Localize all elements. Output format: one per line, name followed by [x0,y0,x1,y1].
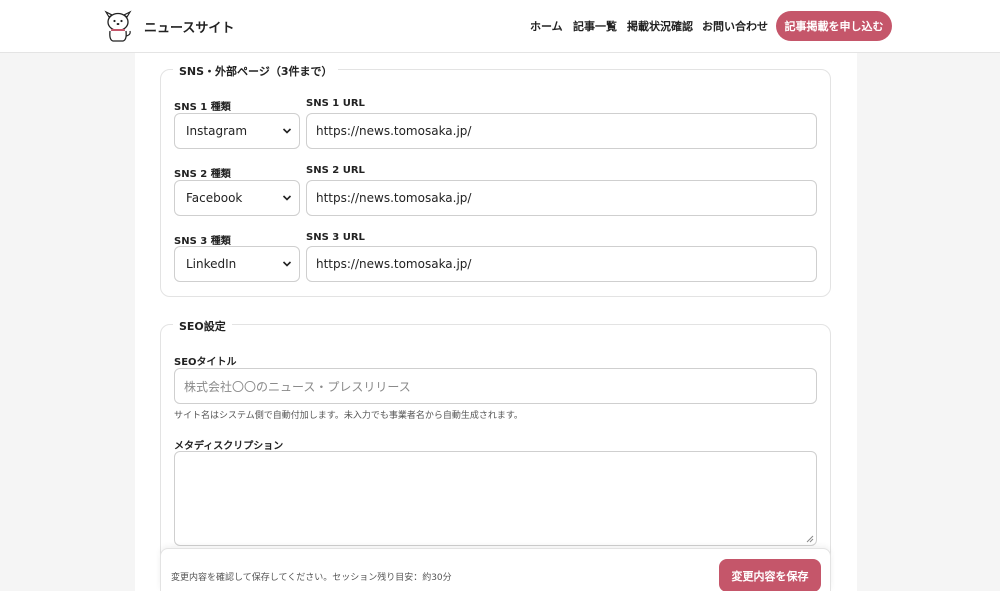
chevron-down-icon [282,261,292,267]
sns-legend: SNS・外部ページ（3件まで） [173,63,339,79]
save-changes-button[interactable]: 変更内容を保存 [719,559,821,591]
sns3-type-value: LinkedIn [186,257,237,271]
nav-home[interactable]: ホーム [530,18,563,34]
sns1-url-input[interactable]: https://news.tomosaka.jp/ [306,113,817,149]
sns3-url-label: SNS 3 URL [306,232,365,243]
apply-article-button[interactable]: 記事掲載を申し込む [776,11,892,41]
resize-handle-icon[interactable] [806,535,814,543]
sns3-type-select[interactable]: LinkedIn [174,246,300,282]
nav-contact[interactable]: お問い合わせ [702,18,768,34]
session-note: 変更内容を確認して保存してください。セッション残り目安：約30分 [171,573,452,583]
meta-description-textarea[interactable] [174,451,817,546]
dog-logo-icon[interactable] [101,9,135,43]
sns2-url-label: SNS 2 URL [306,165,365,176]
nav-status[interactable]: 掲載状況確認 [627,18,693,34]
chevron-down-icon [282,128,292,134]
site-header: ニュースサイト ホーム 記事一覧 掲載状況確認 お問い合わせ 記事掲載を申し込む [0,0,1000,53]
sns1-type-select[interactable]: Instagram [174,113,300,149]
sns1-url-label: SNS 1 URL [306,98,365,109]
meta-description-label: メタディスクリプション [174,441,284,452]
sns2-url-input[interactable]: https://news.tomosaka.jp/ [306,180,817,216]
site-title[interactable]: ニュースサイト [144,17,234,36]
sns2-type-select[interactable]: Facebook [174,180,300,216]
seo-title-help: サイト名はシステム側で自動付加します。未入力でも事業者名から自動生成されます。 [174,411,523,421]
chevron-down-icon [282,195,292,201]
sns3-url-input[interactable]: https://news.tomosaka.jp/ [306,246,817,282]
sns2-type-value: Facebook [186,191,243,205]
seo-title-input[interactable]: 株式会社〇〇のニュース・プレスリリース [174,368,817,404]
sns3-type-label: SNS 3 種類 [174,236,231,247]
sns1-type-label: SNS 1 種類 [174,102,231,113]
sns1-type-value: Instagram [186,124,248,138]
sns2-type-label: SNS 2 種類 [174,169,231,180]
seo-legend: SEO設定 [173,318,232,334]
seo-title-label: SEOタイトル [174,357,237,368]
nav-articles[interactable]: 記事一覧 [573,18,617,34]
